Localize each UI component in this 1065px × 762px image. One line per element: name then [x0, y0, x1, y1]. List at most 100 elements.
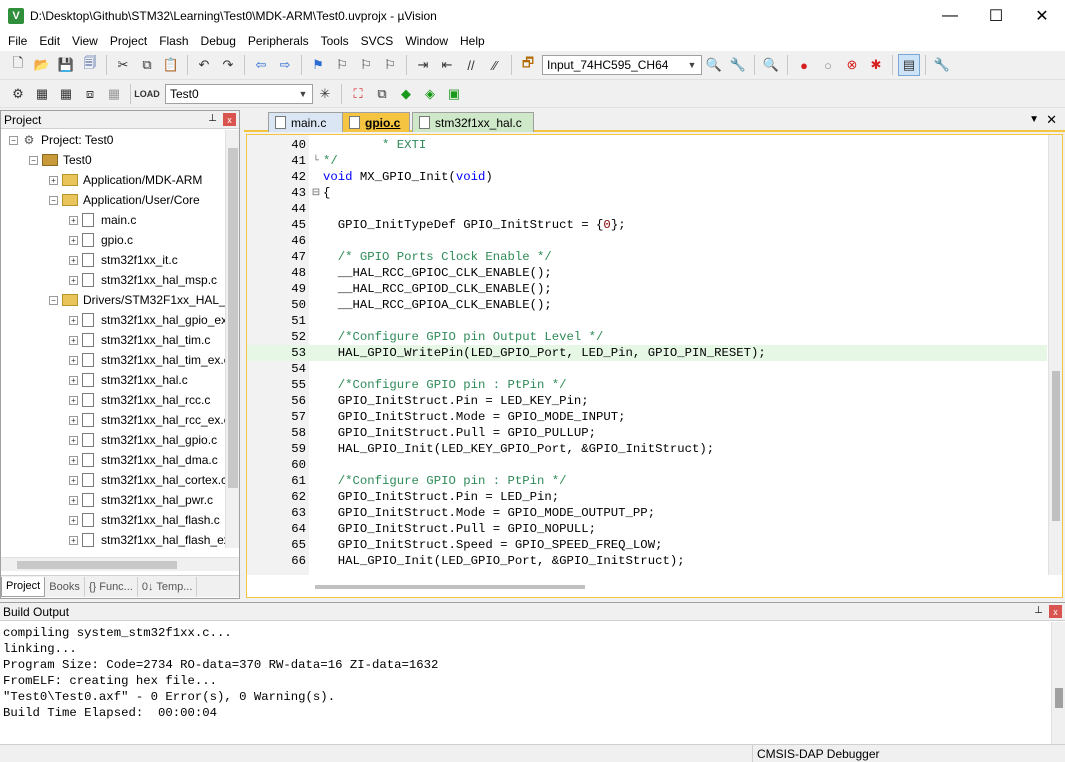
save-icon[interactable]: 💾	[55, 54, 77, 76]
menu-window[interactable]: Window	[399, 31, 454, 51]
expand-icon[interactable]: +	[69, 495, 78, 505]
expand-icon[interactable]: +	[69, 255, 78, 265]
code-line[interactable]: 49 __HAL_RCC_GPIOD_CLK_ENABLE();	[247, 281, 1047, 297]
find-in-files-icon[interactable]: 🗗	[517, 54, 539, 76]
code-vscrollbar[interactable]	[1048, 135, 1062, 575]
expand-icon[interactable]: +	[69, 315, 78, 325]
tree-item[interactable]: + stm32f1xx_hal_tim_ex.c	[1, 350, 225, 370]
code-line[interactable]: 65 GPIO_InitStruct.Speed = GPIO_SPEED_FR…	[247, 537, 1047, 553]
navigate-forward-icon[interactable]: ⇨	[274, 54, 296, 76]
redo-icon[interactable]: ↷	[217, 54, 239, 76]
tree-item[interactable]: + stm32f1xx_hal_gpio_ex.c	[1, 310, 225, 330]
tree-item[interactable]: − ⚙ Project: Test0	[1, 130, 225, 150]
tree-item[interactable]: + Application/MDK-ARM	[1, 170, 225, 190]
tree-item[interactable]: + stm32f1xx_hal_flash.c	[1, 510, 225, 530]
menu-svcs[interactable]: SVCS	[355, 31, 400, 51]
menu-file[interactable]: File	[2, 31, 33, 51]
cut-icon[interactable]: ✂	[112, 54, 134, 76]
project-tab[interactable]: {} Func...	[85, 576, 138, 597]
code-line[interactable]: 59 HAL_GPIO_Init(LED_KEY_GPIO_Port, &GPI…	[247, 441, 1047, 457]
tree-item[interactable]: − Test0	[1, 150, 225, 170]
menu-peripherals[interactable]: Peripherals	[242, 31, 315, 51]
collapse-icon[interactable]: −	[9, 135, 18, 145]
project-target-combo[interactable]: Test0 ▼	[165, 83, 313, 104]
expand-icon[interactable]: +	[69, 275, 78, 285]
code-line[interactable]: 61 /*Configure GPIO pin : PtPin */	[247, 473, 1047, 489]
code-line[interactable]: 51	[247, 313, 1047, 329]
code-line[interactable]: 66 HAL_GPIO_Init(LED_GPIO_Port, &GPIO_In…	[247, 553, 1047, 569]
code-area[interactable]: 40 * EXTI 41 └ */42 void MX_GPIO_Init(void) 4…	[246, 134, 1063, 598]
comment-icon[interactable]: //	[460, 54, 482, 76]
find-icon[interactable]: 🔍	[703, 54, 725, 76]
window-layout-icon[interactable]: ▤	[898, 54, 920, 76]
rebuild-icon[interactable]: ▦	[55, 83, 77, 105]
project-tree-scrollbar[interactable]	[225, 130, 239, 548]
code-line[interactable]: 54	[247, 361, 1047, 377]
close-tab-icon[interactable]: ✕	[1046, 112, 1057, 128]
tree-item[interactable]: + stm32f1xx_hal_flash_ex.c	[1, 530, 225, 548]
project-tree-hscrollbar[interactable]	[1, 557, 239, 571]
navigate-back-icon[interactable]: ⇦	[250, 54, 272, 76]
expand-icon[interactable]: +	[69, 215, 78, 225]
collapse-icon[interactable]: −	[29, 155, 38, 165]
next-bookmark-icon[interactable]: ⚐	[355, 54, 377, 76]
pin-icon[interactable]: ⊥	[208, 113, 217, 124]
menu-edit[interactable]: Edit	[33, 31, 66, 51]
insert-breakpoint-icon[interactable]: ●	[793, 54, 815, 76]
code-line[interactable]: 42 void MX_GPIO_Init(void)	[247, 169, 1047, 185]
tree-item[interactable]: + stm32f1xx_hal_cortex.c	[1, 470, 225, 490]
close-icon[interactable]: x	[1049, 605, 1062, 618]
collapse-icon[interactable]: −	[49, 195, 58, 205]
close-icon[interactable]: x	[223, 113, 236, 126]
maximize-button[interactable]: ☐	[973, 0, 1019, 31]
tab-list-dropdown[interactable]: ▼	[1029, 114, 1039, 125]
code-line[interactable]: 41 └ */	[247, 153, 1047, 169]
code-line[interactable]: 50 __HAL_RCC_GPIOA_CLK_ENABLE();	[247, 297, 1047, 313]
pin-icon[interactable]: ⊥	[1034, 605, 1043, 616]
project-tab[interactable]: 0↓ Temp...	[138, 576, 198, 597]
undo-icon[interactable]: ↶	[193, 54, 215, 76]
tree-item[interactable]: + stm32f1xx_hal_dma.c	[1, 450, 225, 470]
configure-icon[interactable]: 🔧	[931, 54, 953, 76]
uncomment-icon[interactable]: ∕∕	[484, 54, 506, 76]
code-line[interactable]: 45 GPIO_InitTypeDef GPIO_InitStruct = {0…	[247, 217, 1047, 233]
bookmark-icon[interactable]: ⚑	[307, 54, 329, 76]
build-icon[interactable]: ▦	[31, 83, 53, 105]
open-file-icon[interactable]: 📂	[31, 54, 53, 76]
scrollbar-thumb[interactable]	[315, 585, 585, 589]
stop-build-icon[interactable]: ▦	[103, 83, 125, 105]
menu-project[interactable]: Project	[104, 31, 153, 51]
close-window-button[interactable]: ✕	[1019, 0, 1065, 31]
enable-breakpoint-icon[interactable]: ○	[817, 54, 839, 76]
tree-item[interactable]: + stm32f1xx_hal_gpio.c	[1, 430, 225, 450]
menu-flash[interactable]: Flash	[153, 31, 194, 51]
code-line[interactable]: 64 GPIO_InitStruct.Pull = GPIO_NOPULL;	[247, 521, 1047, 537]
collapse-icon[interactable]: −	[49, 295, 58, 305]
code-line[interactable]: 40 * EXTI	[247, 137, 1047, 153]
expand-icon[interactable]: +	[69, 375, 78, 385]
minimize-button[interactable]: —	[927, 0, 973, 31]
expand-icon[interactable]: +	[69, 475, 78, 485]
tree-item[interactable]: + main.c	[1, 210, 225, 230]
project-tab[interactable]: Project	[1, 576, 46, 597]
paste-icon[interactable]: 📋	[160, 54, 182, 76]
expand-icon[interactable]: +	[69, 515, 78, 525]
code-line[interactable]: 43 ⊟{	[247, 185, 1047, 201]
tree-item[interactable]: + stm32f1xx_hal_tim.c	[1, 330, 225, 350]
code-line[interactable]: 52 /*Configure GPIO pin Output Level */	[247, 329, 1047, 345]
code-line[interactable]: 53 HAL_GPIO_WritePin(LED_GPIO_Port, LED_…	[247, 345, 1047, 361]
expand-icon[interactable]: +	[69, 535, 78, 545]
code-line[interactable]: 60	[247, 457, 1047, 473]
code-line[interactable]: 47 /* GPIO Ports Clock Enable */	[247, 249, 1047, 265]
manage-components-icon[interactable]: ⛶	[347, 83, 369, 105]
clear-bookmarks-icon[interactable]: ⚐	[379, 54, 401, 76]
target-find-combo[interactable]: Input_74HC595_CH64 ▼	[542, 55, 702, 75]
tree-item[interactable]: + stm32f1xx_hal.c	[1, 370, 225, 390]
scrollbar-thumb[interactable]	[228, 148, 238, 488]
tree-item[interactable]: + stm32f1xx_hal_rcc_ex.c	[1, 410, 225, 430]
translate-icon[interactable]: ⚙	[7, 83, 29, 105]
code-line[interactable]: 58 GPIO_InitStruct.Pull = GPIO_PULLUP;	[247, 425, 1047, 441]
tree-item[interactable]: + stm32f1xx_it.c	[1, 250, 225, 270]
debug-session-icon[interactable]: 🔍	[760, 54, 782, 76]
tree-item[interactable]: + gpio.c	[1, 230, 225, 250]
